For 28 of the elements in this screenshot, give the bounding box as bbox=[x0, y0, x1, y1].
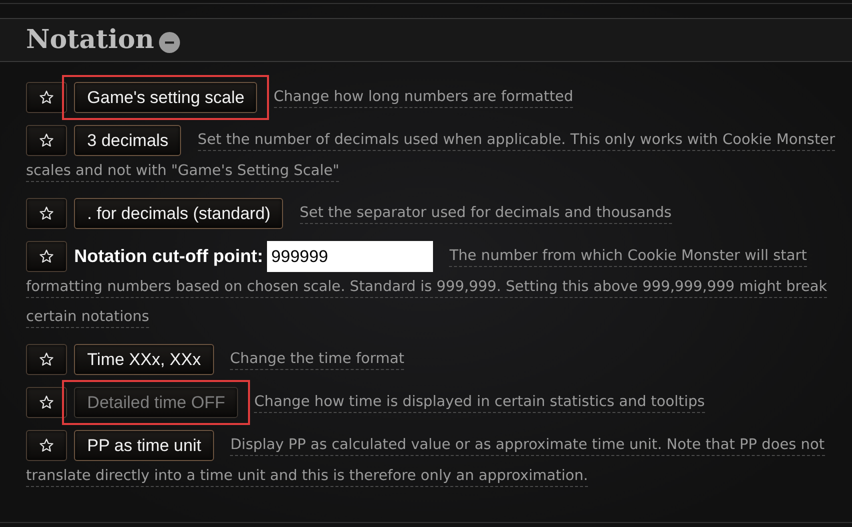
option-button[interactable]: Game's setting scale bbox=[74, 82, 258, 113]
star-icon bbox=[39, 133, 54, 148]
option-button[interactable]: Time XXx, XXx bbox=[74, 344, 214, 375]
setting-description: Set the separator used for decimals and thousands bbox=[300, 205, 672, 224]
favorite-button[interactable] bbox=[26, 125, 67, 156]
option-button[interactable]: PP as time unit bbox=[74, 430, 214, 461]
favorite-button[interactable] bbox=[26, 430, 67, 461]
favorite-button[interactable] bbox=[26, 82, 67, 113]
collapse-icon[interactable] bbox=[159, 32, 180, 52]
cutoff-input-field[interactable]: 999999 bbox=[267, 241, 434, 272]
option-button[interactable]: Detailed time OFF bbox=[74, 387, 238, 418]
star-icon bbox=[39, 352, 54, 367]
option-button[interactable]: 3 decimals bbox=[74, 125, 182, 156]
setting-description: Change the time format bbox=[230, 351, 404, 370]
setting-description: Change how long numbers are formatted bbox=[274, 89, 574, 108]
favorite-button[interactable] bbox=[26, 344, 67, 375]
favorite-button[interactable] bbox=[26, 241, 67, 272]
star-icon bbox=[39, 90, 54, 105]
option-button[interactable]: . for decimals (standard) bbox=[74, 198, 284, 229]
star-icon bbox=[39, 249, 54, 264]
section-title: Notation bbox=[26, 27, 154, 53]
star-icon bbox=[39, 438, 54, 453]
star-icon bbox=[39, 206, 54, 221]
favorite-button[interactable] bbox=[26, 198, 67, 229]
setting-description: Change how time is displayed in certain statistics and tooltips bbox=[254, 394, 705, 414]
star-icon bbox=[39, 395, 54, 410]
favorite-button[interactable] bbox=[26, 387, 67, 418]
field-label: Notation cut-off point: bbox=[74, 246, 264, 266]
